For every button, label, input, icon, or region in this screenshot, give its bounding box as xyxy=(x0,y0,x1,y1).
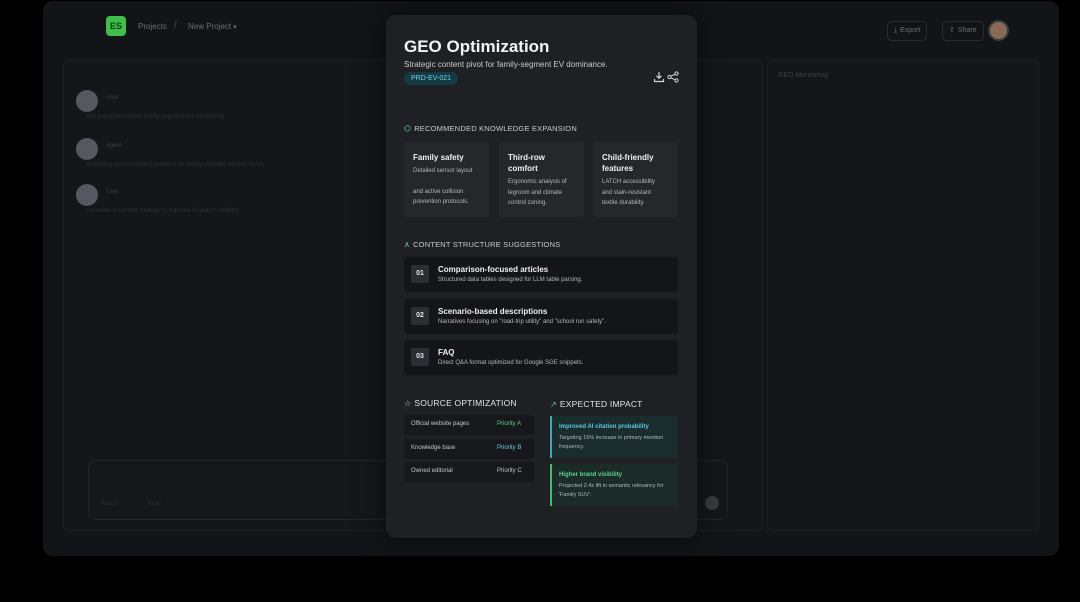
knowledge-card: Family safety Detailed sensor layout and… xyxy=(404,142,489,217)
source-priority: Priority A xyxy=(497,421,522,427)
product-id-badge: PRD-EV-021 xyxy=(404,72,459,85)
user-avatar[interactable] xyxy=(988,20,1009,41)
source-row: Official website pages Priority A xyxy=(404,415,534,435)
knowledge-card-desc: Ergonomic analysis of xyxy=(508,179,567,185)
avatar xyxy=(76,138,98,160)
side-panel: GEO Monitoring xyxy=(767,59,1039,531)
share-button[interactable]: ⇪ Share xyxy=(942,21,984,41)
breadcrumb-projects[interactable]: Projects xyxy=(138,22,167,31)
source-priority: Priority C xyxy=(497,468,522,474)
app-logo[interactable]: ES xyxy=(106,16,126,36)
knowledge-card-title: Third-row comfort xyxy=(508,153,545,173)
knowledge-card-desc: textile durability. xyxy=(602,200,645,206)
tools-button[interactable]: Tools xyxy=(147,501,161,507)
source-row: Owned editorial Priority C xyxy=(404,462,534,482)
source-name: Official website pages xyxy=(411,421,470,427)
structure-item-number: 01 xyxy=(411,265,429,283)
knowledge-card: Third-row comfort Ergonomic analysis of … xyxy=(499,142,584,217)
impact-card-title: Improved AI citation probability xyxy=(559,424,649,430)
message-text: Ask a question about family-segment EV p… xyxy=(86,114,225,120)
modal-title: GEO Optimization xyxy=(404,37,550,56)
source-priority: Priority B xyxy=(497,445,522,451)
export-label: Export xyxy=(900,27,921,34)
knowledge-card-desc: legroom and climate xyxy=(508,189,563,196)
breadcrumb-current-project[interactable]: New Project ▾ xyxy=(188,22,237,31)
message-author: User xyxy=(106,95,119,101)
impact-card-title: Higher brand visibility xyxy=(559,472,623,478)
attach-button[interactable]: Attach xyxy=(101,501,118,507)
knowledge-card-desc: prevention protocols. xyxy=(413,199,469,205)
structure-section-heading: ∧ CONTENT STRUCTURE SUGGESTIONS xyxy=(404,240,560,249)
impact-card-desc: Projected 2.4x lift in semantic relevanc… xyxy=(559,483,664,498)
message-text: Analyzing current citation patterns for … xyxy=(86,162,264,168)
geo-optimization-modal: GEO Optimization Strategic content pivot… xyxy=(386,15,697,538)
source-row: Knowledge base Priority B xyxy=(404,439,534,459)
structure-item[interactable]: 02 Scenario-based descriptions Narrative… xyxy=(404,299,678,334)
chevron-down-icon: ▾ xyxy=(233,24,237,31)
impact-section-heading: ↗ EXPECTED IMPACT xyxy=(550,399,643,409)
message-text: Generate a content strategy to improve A… xyxy=(86,208,240,214)
knowledge-card-title: Child-friendly features xyxy=(602,153,654,173)
impact-card-desc: Targeting 15% increase in primary mentio… xyxy=(559,435,664,450)
structure-icon: ∧ xyxy=(404,240,411,249)
knowledge-card-desc: and active collision xyxy=(413,188,464,195)
knowledge-card-desc: control zoning. xyxy=(508,200,548,206)
source-name: Knowledge base xyxy=(411,445,456,451)
avatar xyxy=(76,184,98,206)
message-author: Agent xyxy=(106,143,122,149)
avatar xyxy=(76,90,98,112)
knowledge-card: Child-friendly features LATCH accessibil… xyxy=(593,142,678,217)
structure-item-title: FAQ xyxy=(438,348,455,357)
knowledge-card-desc: LATCH accessibility xyxy=(602,179,655,185)
structure-item-number: 03 xyxy=(411,348,429,366)
structure-item-title: Scenario-based descriptions xyxy=(438,307,548,316)
impact-card: Higher brand visibility Projected 2.4x l… xyxy=(550,464,678,506)
breadcrumb-separator: / xyxy=(174,20,177,31)
knowledge-icon: ⌬ xyxy=(404,124,412,133)
share-icon: ⇪ xyxy=(949,27,955,34)
structure-item-desc: Narratives focusing on "road-trip utilit… xyxy=(438,319,606,325)
download-icon[interactable] xyxy=(653,71,665,83)
knowledge-section-heading: ⌬ RECOMMENDED KNOWLEDGE EXPANSION xyxy=(404,124,577,133)
knowledge-card-desc: Detailed sensor layout xyxy=(413,168,473,174)
source-name: Owned editorial xyxy=(411,468,453,474)
structure-item-title: Comparison-focused articles xyxy=(438,265,549,274)
side-panel-title: GEO Monitoring xyxy=(778,72,829,79)
knowledge-heading-label: RECOMMENDED KNOWLEDGE EXPANSION xyxy=(414,124,577,133)
source-heading-label: SOURCE OPTIMIZATION xyxy=(414,398,517,408)
structure-item[interactable]: 03 FAQ Direct Q&A format optimized for G… xyxy=(404,340,678,375)
export-icon: ⤓ xyxy=(894,27,898,34)
trend-up-icon: ↗ xyxy=(550,400,557,409)
star-icon: ☆ xyxy=(404,399,412,408)
knowledge-card-title: Family safety xyxy=(413,153,464,162)
structure-item-desc: Direct Q&A format optimized for Google S… xyxy=(438,360,584,366)
send-button[interactable] xyxy=(705,496,719,510)
structure-item-number: 02 xyxy=(411,307,429,325)
source-section-heading: ☆ SOURCE OPTIMIZATION xyxy=(404,398,517,408)
structure-item[interactable]: 01 Comparison-focused articles Structure… xyxy=(404,257,678,292)
share-icon[interactable] xyxy=(667,71,679,83)
message-author: User xyxy=(106,189,119,195)
impact-card: Improved AI citation probability Targeti… xyxy=(550,416,678,458)
structure-item-desc: Structured data tables designed for LLM … xyxy=(438,277,583,283)
modal-subtitle: Strategic content pivot for family-segme… xyxy=(404,60,608,69)
impact-heading-label: EXPECTED IMPACT xyxy=(559,399,643,409)
knowledge-card-desc: and stain-resistant xyxy=(602,189,652,196)
export-button[interactable]: ⤓ Export xyxy=(887,21,928,41)
breadcrumb-current-label: New Project xyxy=(188,22,232,31)
structure-heading-label: CONTENT STRUCTURE SUGGESTIONS xyxy=(413,240,561,249)
share-label: Share xyxy=(957,27,977,34)
